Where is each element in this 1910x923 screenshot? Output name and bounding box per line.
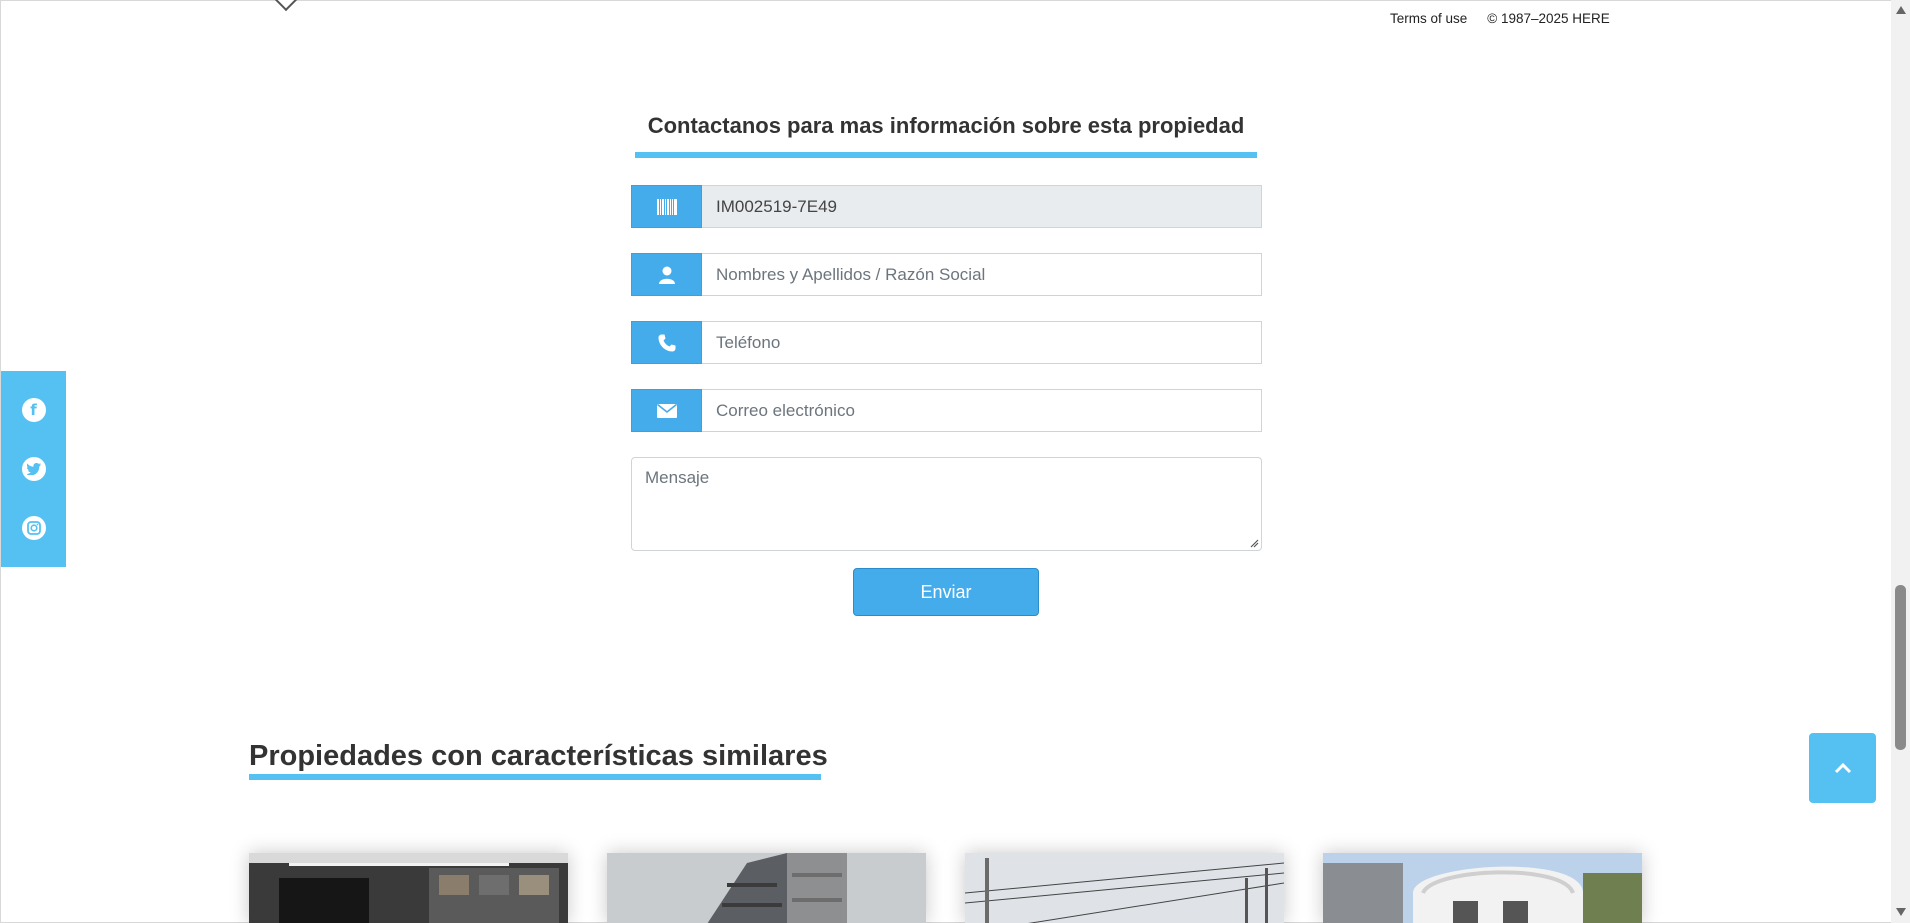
phone-field[interactable] <box>702 321 1262 364</box>
property-code-field <box>702 185 1262 228</box>
scroll-down-icon[interactable] <box>1896 908 1906 916</box>
instagram-icon[interactable] <box>21 515 46 540</box>
property-photo <box>1323 853 1642 923</box>
property-photo <box>249 853 568 923</box>
send-button[interactable]: Enviar <box>853 568 1039 616</box>
message-textarea[interactable] <box>631 457 1262 551</box>
phone-group <box>631 321 1262 364</box>
map-attribution: Terms of use © 1987–2025 HERE <box>1390 11 1610 26</box>
contact-title: Contactanos para mas información sobre e… <box>647 113 1245 138</box>
similar-properties-title: Propiedades con características similare… <box>249 740 828 772</box>
property-photo <box>965 853 1284 923</box>
scroll-up-icon[interactable] <box>1896 6 1906 14</box>
twitter-icon[interactable] <box>21 456 46 481</box>
map-marker-icon <box>271 0 301 12</box>
email-field[interactable] <box>702 389 1262 432</box>
property-card[interactable] <box>1323 853 1642 923</box>
contact-title-underline <box>635 152 1257 158</box>
map-copyright: © 1987–2025 HERE <box>1487 11 1610 26</box>
user-icon <box>631 253 702 296</box>
page-scrollbar[interactable] <box>1891 0 1910 923</box>
social-sidebar: f <box>1 371 66 567</box>
property-card[interactable] <box>607 853 926 923</box>
terms-of-use-link[interactable]: Terms of use <box>1390 11 1467 26</box>
property-photo <box>607 853 926 923</box>
facebook-icon[interactable]: f <box>21 398 46 423</box>
page-frame: Terms of use © 1987–2025 HERE Contactano… <box>0 0 1891 923</box>
email-group <box>631 389 1262 432</box>
similar-properties-underline <box>249 774 821 780</box>
resize-grip-icon[interactable] <box>1249 538 1259 548</box>
chevron-up-icon <box>1834 762 1851 774</box>
name-field[interactable] <box>702 253 1262 296</box>
scroll-thumb[interactable] <box>1895 585 1906 750</box>
barcode-icon <box>631 185 702 228</box>
envelope-icon <box>631 389 702 432</box>
property-card[interactable] <box>249 853 568 923</box>
property-code-group <box>631 185 1262 228</box>
property-card[interactable] <box>965 853 1284 923</box>
back-to-top-button[interactable] <box>1809 733 1876 803</box>
phone-icon <box>631 321 702 364</box>
name-group <box>631 253 1262 296</box>
